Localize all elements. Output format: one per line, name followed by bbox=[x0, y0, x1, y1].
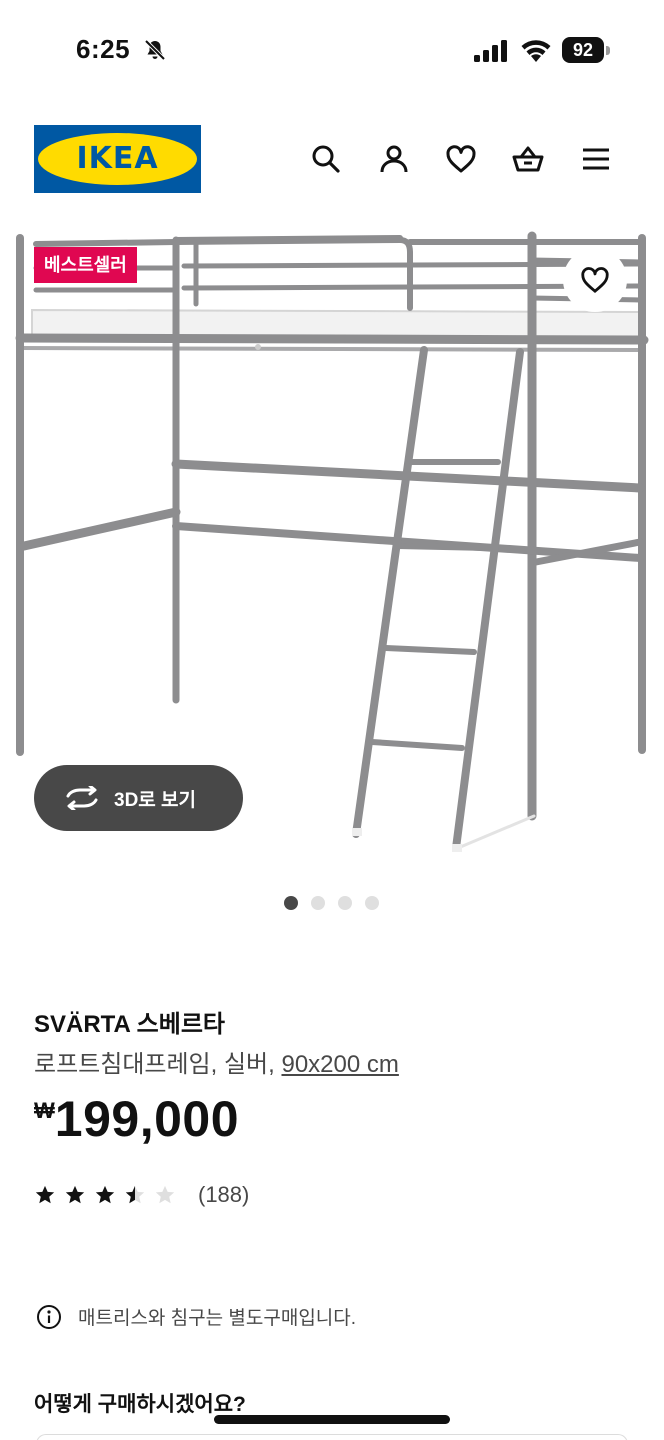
price-currency: ₩ bbox=[34, 1098, 55, 1123]
star-full-icon bbox=[35, 1185, 55, 1204]
view-3d-label: 3D로 보기 bbox=[114, 789, 197, 811]
logo-text: IKEA bbox=[76, 141, 159, 176]
product-gallery[interactable]: 베스트셀러 3D로 보기 bbox=[0, 228, 664, 858]
product-size-link[interactable]: 90x200 cm bbox=[281, 1051, 398, 1078]
notice-text: 매트리스와 침구는 별도구매입니다. bbox=[78, 1308, 357, 1329]
mattress-notice: 매트리스와 침구는 별도구매입니다. bbox=[36, 1303, 356, 1330]
bell-muted-icon bbox=[144, 39, 166, 61]
gallery-dot-3[interactable] bbox=[338, 896, 352, 910]
signal-icon bbox=[474, 40, 507, 62]
product-price: ₩ 199,000 bbox=[34, 1090, 239, 1148]
rotate-3d-icon bbox=[66, 786, 98, 810]
product-name: SVÄRTA 스베르타 bbox=[34, 1011, 225, 1038]
gallery-dot-2[interactable] bbox=[311, 896, 325, 910]
status-time: 6:25 bbox=[76, 34, 131, 64]
star-half-icon bbox=[125, 1185, 145, 1204]
review-count: (188) bbox=[198, 1182, 250, 1207]
purchase-options-title: 어떻게 구매하시겠어요? bbox=[34, 1393, 246, 1416]
star-full-icon bbox=[65, 1185, 85, 1204]
menu-button[interactable] bbox=[576, 139, 616, 179]
add-to-wishlist-button[interactable] bbox=[563, 248, 627, 312]
price-value: 199,000 bbox=[54, 1091, 240, 1147]
gallery-dot-4[interactable] bbox=[365, 896, 379, 910]
ikea-logo[interactable]: IKEA bbox=[34, 125, 201, 193]
gallery-dot-1[interactable] bbox=[284, 896, 298, 910]
loft-bed-image bbox=[15, 231, 649, 852]
info-icon bbox=[37, 1304, 61, 1329]
status-bar: 6:25 92 bbox=[0, 0, 664, 100]
app-header: IKEA bbox=[0, 120, 664, 200]
home-indicator[interactable] bbox=[214, 1415, 450, 1424]
heart-icon bbox=[446, 145, 476, 173]
star-full-icon bbox=[95, 1185, 115, 1204]
heart-icon bbox=[581, 267, 609, 293]
search-button[interactable] bbox=[306, 139, 346, 179]
product-description: 로프트침대프레임, 실버, 90x200 cm bbox=[34, 1044, 399, 1079]
wishlist-button[interactable] bbox=[441, 139, 481, 179]
battery-tip bbox=[606, 46, 610, 55]
product-rating[interactable]: (188) bbox=[34, 1182, 249, 1208]
logo-oval: IKEA bbox=[38, 133, 197, 185]
purchase-option-card[interactable] bbox=[36, 1434, 628, 1440]
account-button[interactable] bbox=[374, 139, 414, 179]
user-icon bbox=[380, 145, 408, 173]
view-3d-button[interactable]: 3D로 보기 bbox=[34, 765, 243, 831]
gallery-pagination bbox=[284, 896, 379, 910]
product-type: 로프트침대프레임, 실버, bbox=[34, 1051, 282, 1078]
wifi-icon bbox=[521, 40, 551, 62]
bestseller-badge: 베스트셀러 bbox=[34, 247, 137, 283]
battery-indicator: 92 bbox=[562, 37, 604, 63]
star-empty-icon bbox=[155, 1185, 175, 1204]
search-icon bbox=[312, 145, 340, 173]
menu-icon bbox=[583, 148, 609, 170]
cart-button[interactable] bbox=[508, 139, 548, 179]
basket-icon bbox=[512, 146, 544, 172]
